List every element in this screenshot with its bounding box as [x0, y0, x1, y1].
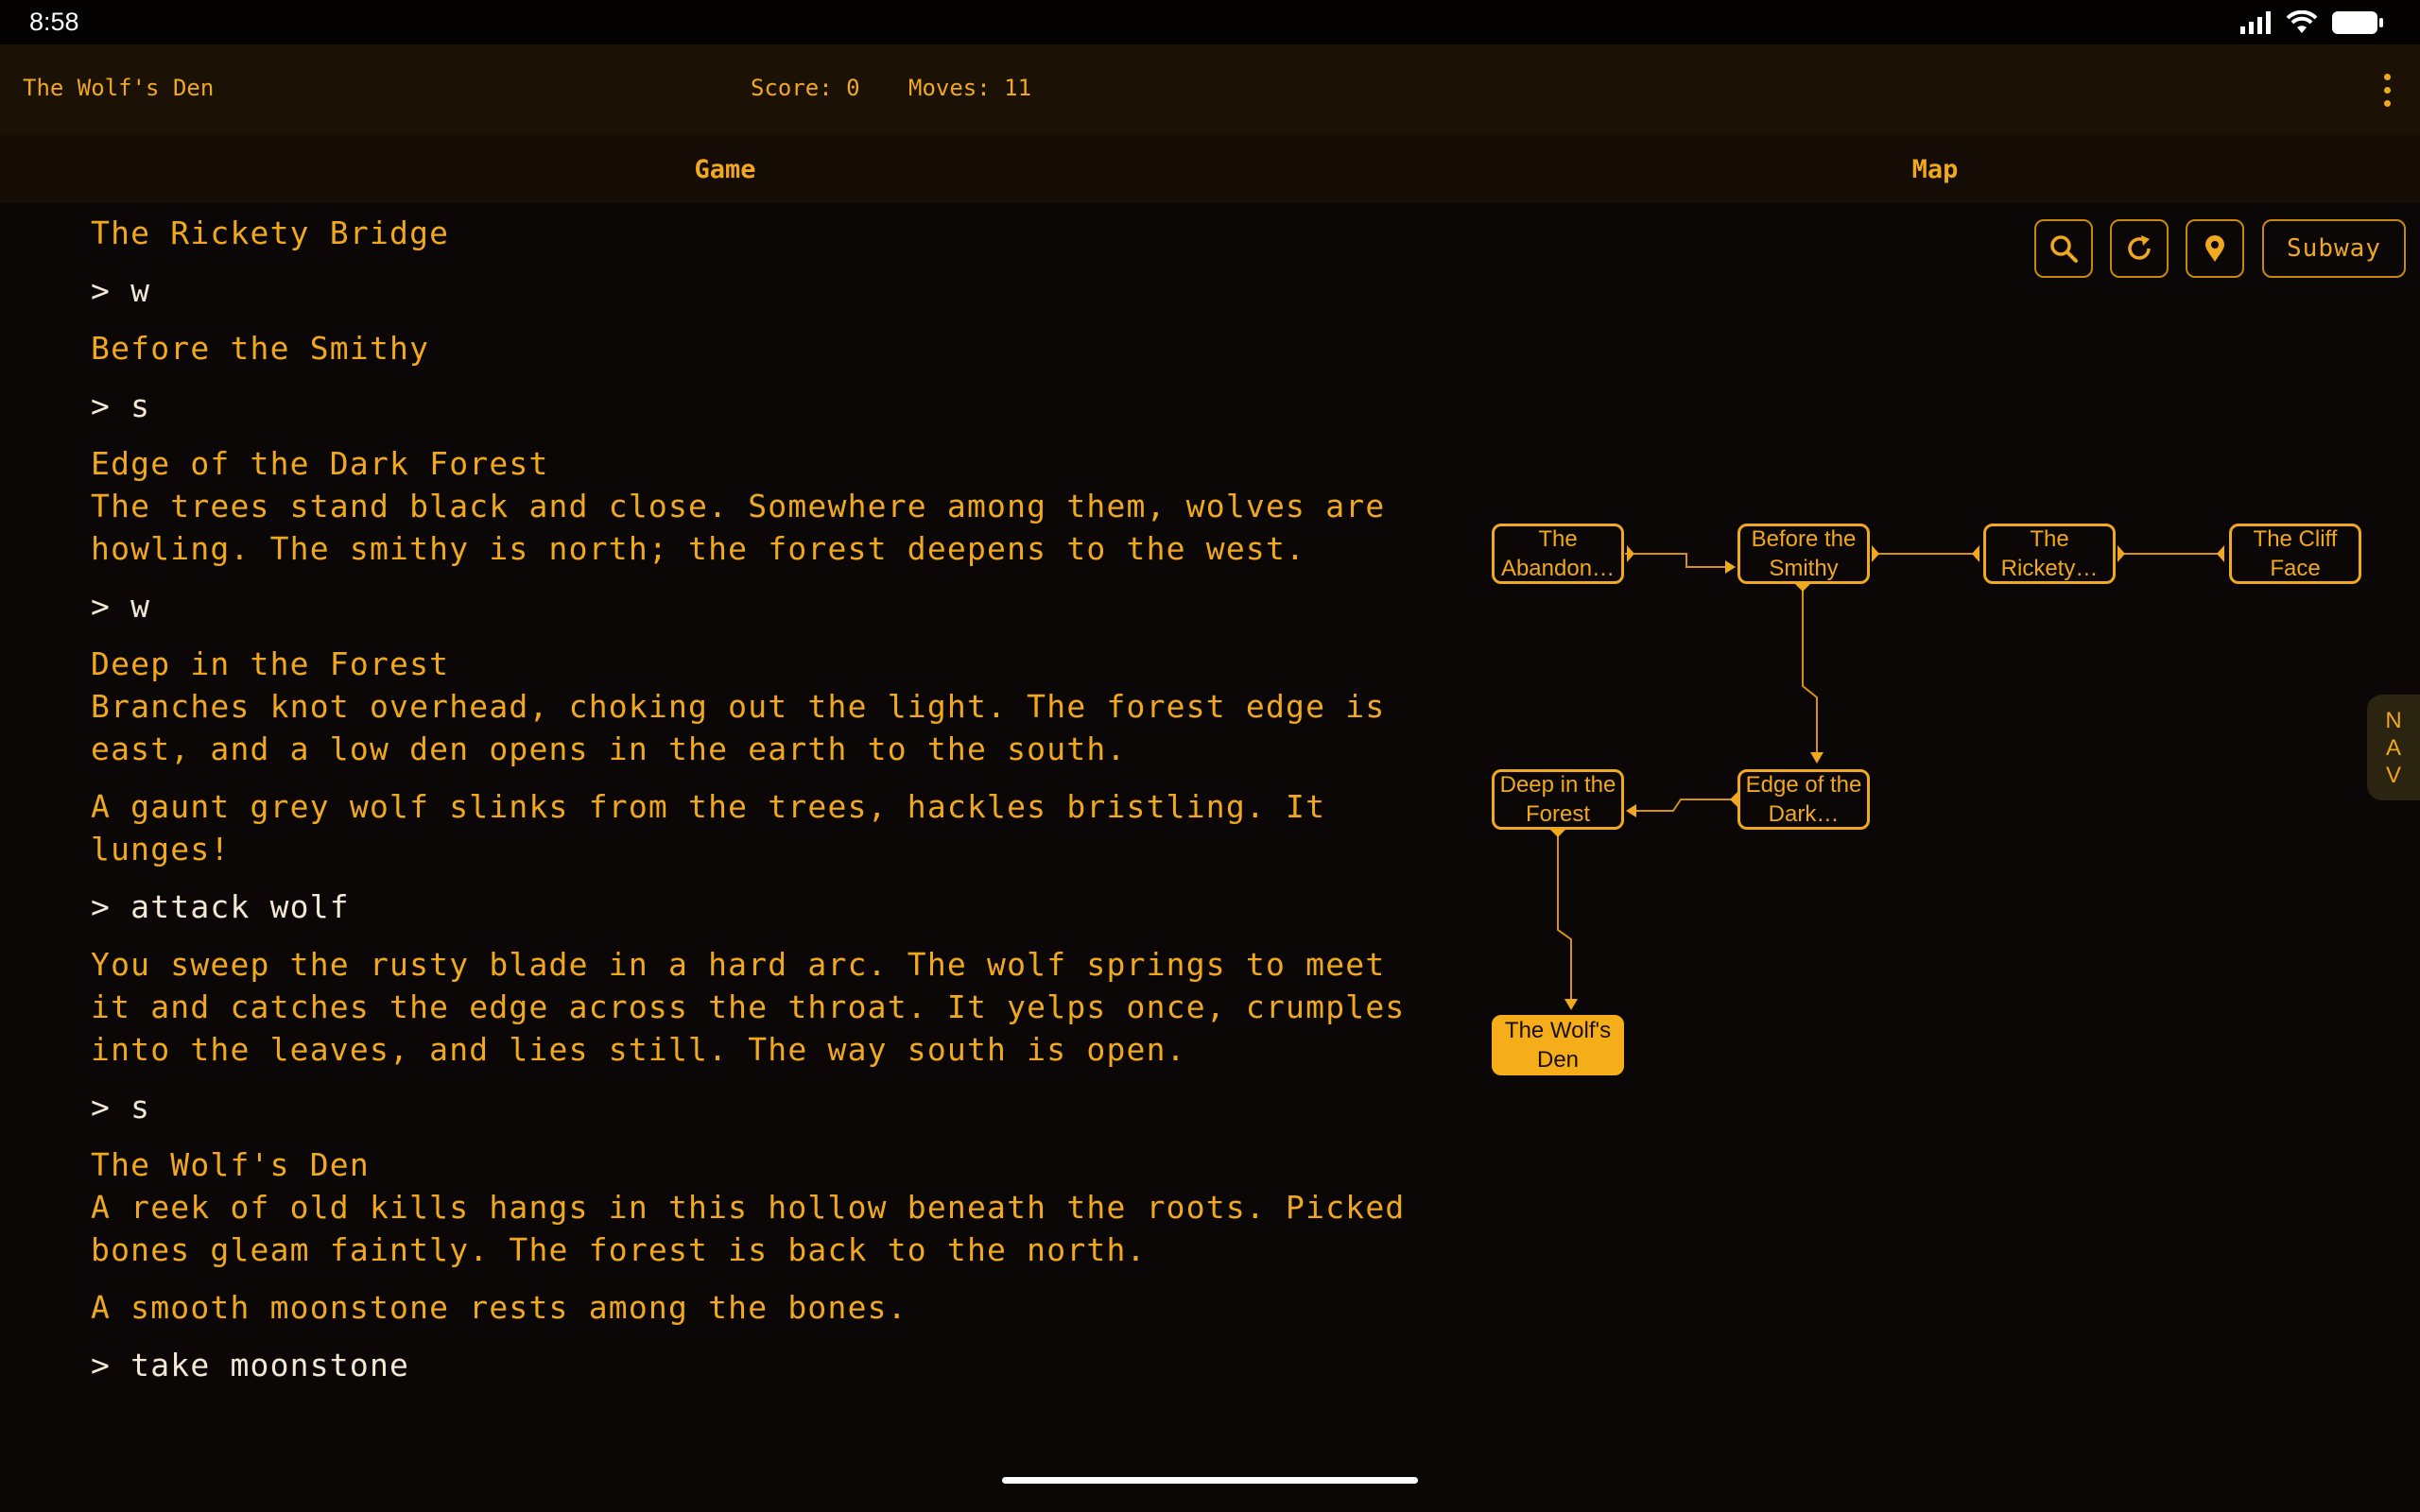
tab-bar: Game Map — [0, 135, 2420, 203]
nav-letter: N — [2385, 707, 2402, 733]
room-description: The Wolf's Den A reek of old kills hangs… — [91, 1146, 1406, 1268]
moves-readout: Moves: 11 — [908, 75, 1032, 101]
narration-text: You sweep the rusty blade in a hard arc.… — [91, 946, 1406, 1068]
nav-drawer-handle[interactable]: N A V — [2367, 695, 2420, 800]
narration-text: A gaunt grey wolf slinks from the trees,… — [91, 788, 1326, 868]
nav-letter: A — [2385, 734, 2401, 761]
map-node-bridge[interactable]: The Rickety… — [1983, 524, 2116, 584]
command-echo: > w — [91, 588, 151, 625]
game-header: The Wolf's Den Score: 0 Moves: 11 — [0, 44, 2420, 135]
narration-text: A smooth moonstone rests among the bones… — [91, 1289, 908, 1326]
status-icons — [2240, 9, 2384, 36]
tab-game[interactable]: Game — [0, 135, 1450, 203]
game-title: The Wolf's Den — [23, 75, 215, 101]
room-description: The Rickety Bridge — [91, 215, 450, 251]
home-indicator[interactable] — [1002, 1477, 1418, 1484]
command-echo: > s — [91, 387, 151, 424]
command-echo: > s — [91, 1089, 151, 1125]
score-readout: Score: 0 — [751, 75, 860, 101]
nav-letter: V — [2385, 762, 2401, 788]
map-node-wolf-den[interactable]: The Wolf's Den — [1492, 1015, 1624, 1075]
room-description: Deep in the Forest Branches knot overhea… — [91, 645, 1386, 767]
map-node-cliff[interactable]: The Cliff Face — [2229, 524, 2361, 584]
clock: 8:58 — [29, 8, 79, 36]
map-node-deep-forest[interactable]: Deep in the Forest — [1492, 769, 1624, 830]
system-status-bar: 8:58 — [0, 0, 2420, 44]
map-node-abandoned[interactable]: The Abandon… — [1492, 524, 1624, 584]
command-echo: > attack wolf — [91, 888, 350, 925]
battery-icon — [2332, 11, 2383, 34]
game-transcript: The Rickety Bridge > w Before the Smithy > … — [91, 212, 1414, 1401]
overflow-menu-icon[interactable] — [2373, 67, 2401, 112]
room-description: Before the Smithy — [91, 330, 430, 367]
wifi-icon — [2286, 10, 2318, 33]
room-description: Edge of the Dark Forest The trees stand … — [91, 445, 1386, 567]
tab-map[interactable]: Map — [1450, 135, 2420, 203]
command-echo: > w — [91, 272, 151, 309]
map-node-forest-edge[interactable]: Edge of the Dark… — [1737, 769, 1870, 830]
map-node-smithy[interactable]: Before the Smithy — [1737, 524, 1870, 584]
signal-icon — [2240, 11, 2271, 34]
command-echo: > take moonstone — [91, 1347, 410, 1383]
map-connections — [1550, 545, 2224, 1010]
